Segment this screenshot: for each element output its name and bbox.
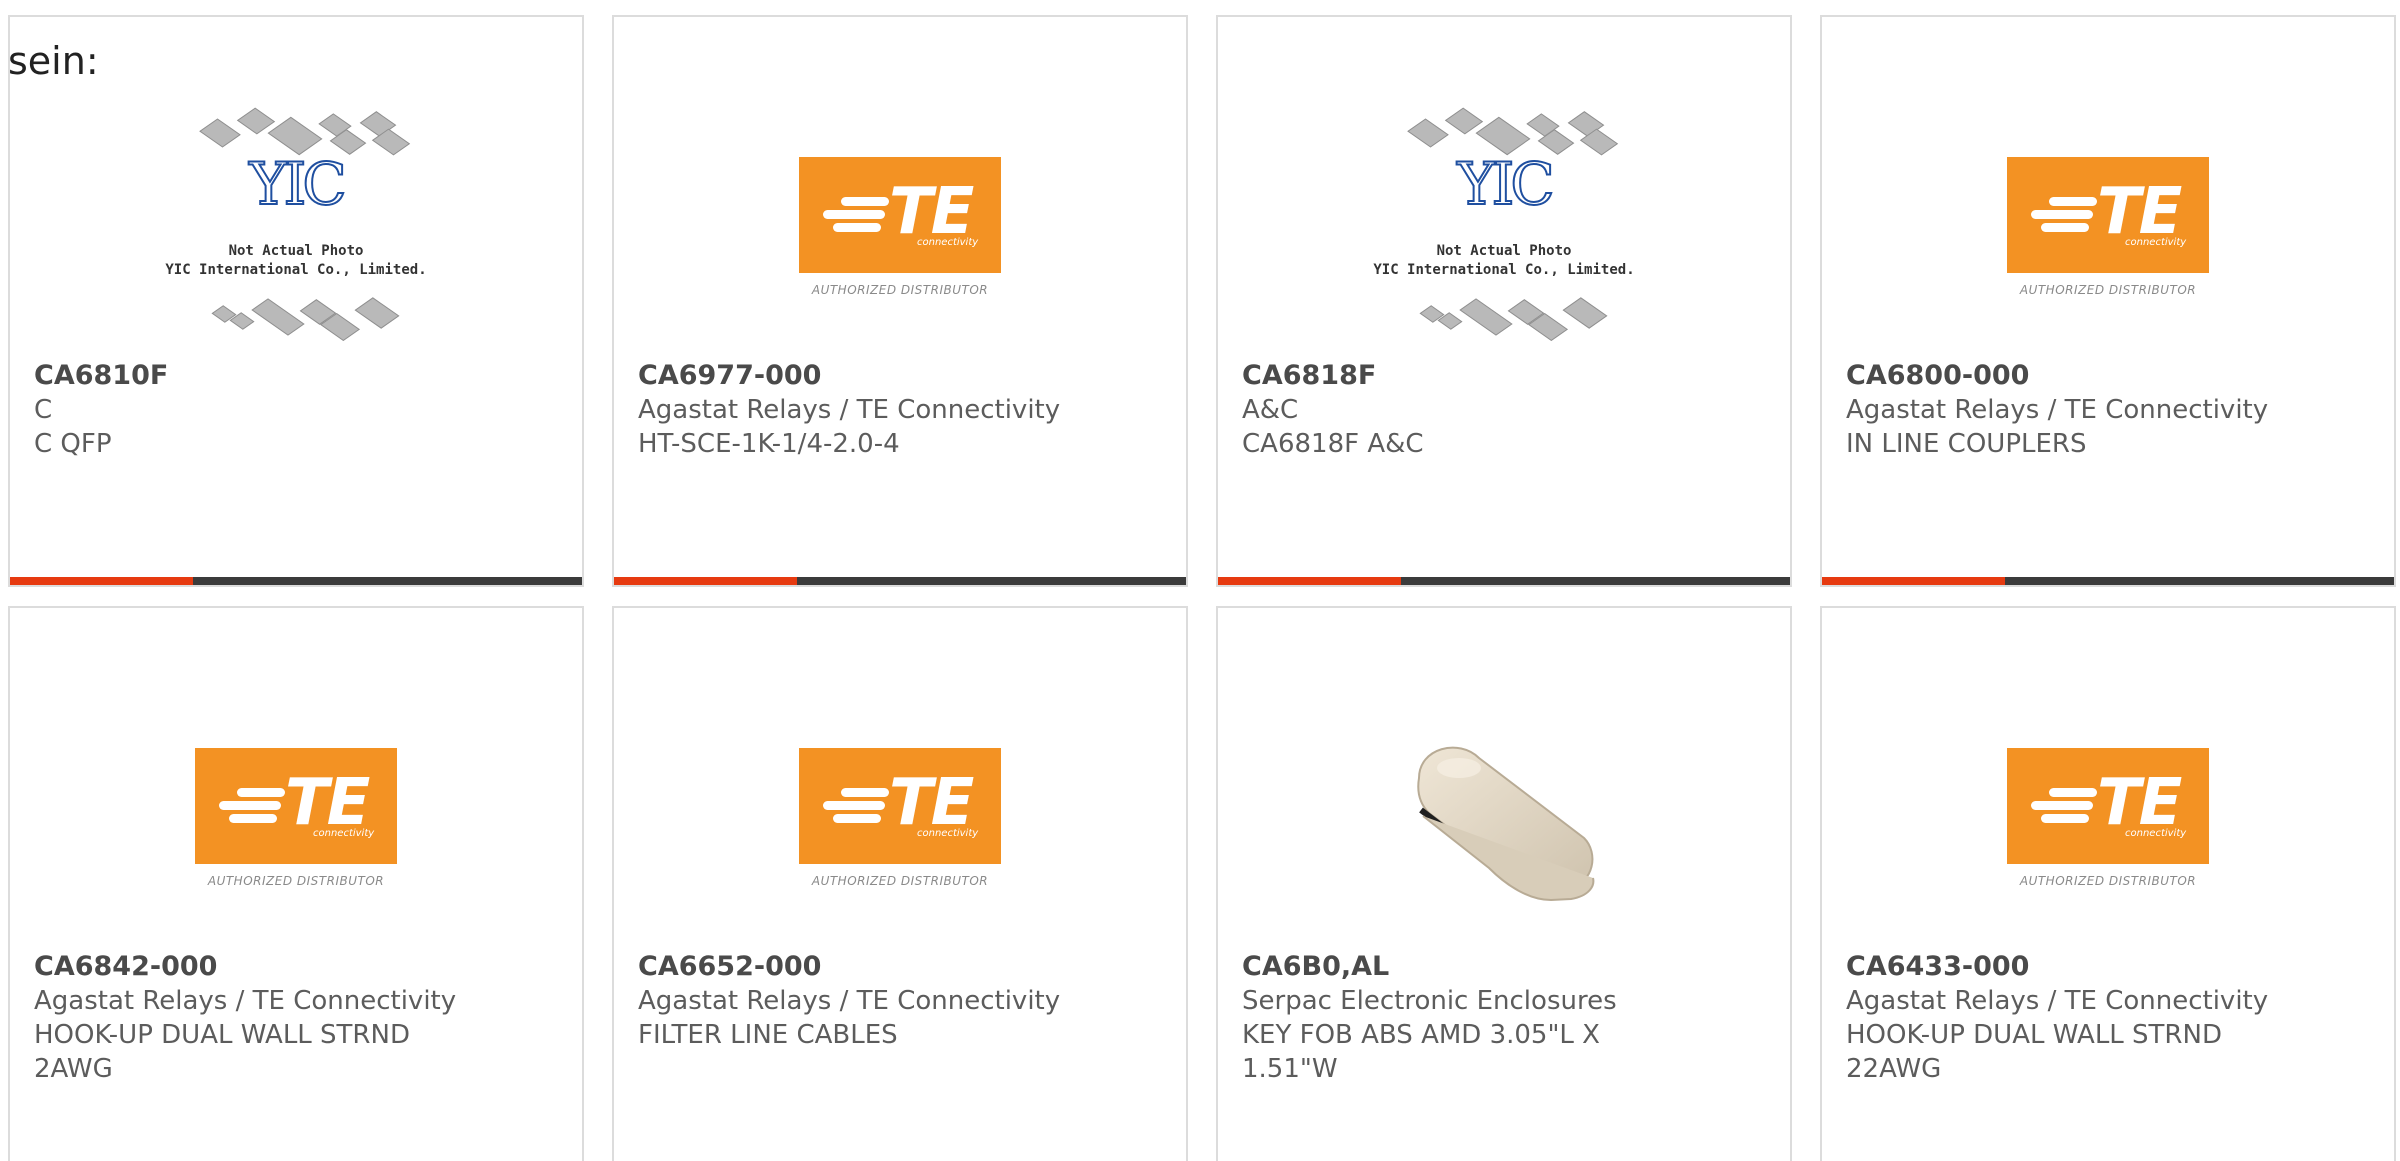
part-number[interactable]: CA6B0,AL	[1242, 950, 1742, 984]
manufacturer: Serpac Electronic Enclosures	[1242, 986, 1617, 1016]
product-card[interactable]: TE connectivity AUTHORIZED DISTRIBUTOR C…	[8, 606, 584, 1161]
product-card[interactable]: YIC Not Actual Photo YIC International C…	[1216, 15, 1792, 587]
product-info: CA6977-000 Agastat Relays / TE Connectiv…	[638, 359, 1138, 461]
product-image[interactable]: TE connectivity AUTHORIZED DISTRIBUTOR	[614, 688, 1186, 948]
description: HOOK-UP DUAL WALL STRND 2AWG	[34, 1020, 410, 1084]
product-info: CA6B0,AL Serpac Electronic Enclosures KE…	[1242, 950, 1742, 1086]
intro-text: sein:	[8, 39, 99, 83]
product-grid-page: sein: YIC Not Actual Photo YIC Internati…	[0, 0, 2400, 1161]
part-number[interactable]: CA6800-000	[1846, 359, 2346, 393]
te-connectivity-logo: TE connectivity AUTHORIZED DISTRIBUTOR	[2007, 748, 2209, 888]
product-image[interactable]: YIC Not Actual Photo YIC International C…	[10, 97, 582, 357]
product-image[interactable]	[1218, 688, 1790, 948]
part-number[interactable]: CA6433-000	[1846, 950, 2346, 984]
te-connectivity-logo: TE connectivity AUTHORIZED DISTRIBUTOR	[799, 157, 1001, 297]
card-progress-fill	[1822, 577, 2006, 585]
key-fob-enclosure-icon	[1417, 746, 1595, 902]
part-number[interactable]: CA6652-000	[638, 950, 1138, 984]
product-image[interactable]: TE connectivity AUTHORIZED DISTRIBUTOR	[10, 688, 582, 948]
manufacturer: A&C	[1242, 395, 1299, 425]
yic-logo: YIC	[248, 149, 348, 219]
product-card[interactable]: YIC Not Actual Photo YIC International C…	[8, 15, 584, 587]
description: HOOK-UP DUAL WALL STRND 22AWG	[1846, 1020, 2222, 1084]
product-info: CA6842-000 Agastat Relays / TE Connectiv…	[34, 950, 534, 1086]
product-info: CA6818F A&C CA6818F A&C	[1242, 359, 1742, 461]
description: HT-SCE-1K-1/4-2.0-4	[638, 429, 900, 459]
manufacturer: Agastat Relays / TE Connectivity	[638, 395, 1061, 425]
card-progress-bar	[1218, 577, 1790, 585]
product-image[interactable]: TE connectivity AUTHORIZED DISTRIBUTOR	[1822, 688, 2394, 948]
key-fob-photo	[1399, 718, 1609, 918]
description: IN LINE COUPLERS	[1846, 429, 2087, 459]
part-number[interactable]: CA6810F	[34, 359, 534, 393]
product-card[interactable]: TE connectivity AUTHORIZED DISTRIBUTOR C…	[612, 606, 1188, 1161]
image-caption: Not Actual Photo YIC International Co., …	[165, 243, 427, 278]
product-info: CA6810F C C QFP	[34, 359, 534, 461]
manufacturer: Agastat Relays / TE Connectivity	[1846, 395, 2269, 425]
product-info: CA6433-000 Agastat Relays / TE Connectiv…	[1846, 950, 2346, 1086]
card-progress-bar	[614, 577, 1186, 585]
yic-placeholder-image: YIC Not Actual Photo YIC International C…	[1364, 102, 1644, 352]
manufacturer: C	[34, 395, 53, 425]
description: FILTER LINE CABLES	[638, 1020, 898, 1050]
product-card[interactable]: TE connectivity AUTHORIZED DISTRIBUTOR C…	[1820, 606, 2396, 1161]
card-progress-fill	[10, 577, 194, 585]
product-image[interactable]: TE connectivity AUTHORIZED DISTRIBUTOR	[1822, 97, 2394, 357]
yic-placeholder-image: YIC Not Actual Photo YIC International C…	[156, 102, 436, 352]
product-info: CA6652-000 Agastat Relays / TE Connectiv…	[638, 950, 1138, 1052]
part-number[interactable]: CA6818F	[1242, 359, 1742, 393]
manufacturer: Agastat Relays / TE Connectivity	[638, 986, 1061, 1016]
manufacturer: Agastat Relays / TE Connectivity	[1846, 986, 2269, 1016]
card-progress-fill	[614, 577, 798, 585]
product-image[interactable]: TE connectivity AUTHORIZED DISTRIBUTOR	[614, 97, 1186, 357]
product-card[interactable]: TE connectivity AUTHORIZED DISTRIBUTOR C…	[612, 15, 1188, 587]
manufacturer: Agastat Relays / TE Connectivity	[34, 986, 457, 1016]
part-number[interactable]: CA6977-000	[638, 359, 1138, 393]
te-connectivity-logo: TE connectivity AUTHORIZED DISTRIBUTOR	[799, 748, 1001, 888]
description: KEY FOB ABS AMD 3.05"L X 1.51"W	[1242, 1020, 1600, 1084]
product-image[interactable]: YIC Not Actual Photo YIC International C…	[1218, 97, 1790, 357]
part-number[interactable]: CA6842-000	[34, 950, 534, 984]
te-connectivity-logo: TE connectivity AUTHORIZED DISTRIBUTOR	[195, 748, 397, 888]
product-info: CA6800-000 Agastat Relays / TE Connectiv…	[1846, 359, 2346, 461]
card-progress-bar	[10, 577, 582, 585]
card-progress-bar	[1822, 577, 2394, 585]
card-progress-fill	[1218, 577, 1402, 585]
product-card[interactable]: CA6B0,AL Serpac Electronic Enclosures KE…	[1216, 606, 1792, 1161]
description: C QFP	[34, 429, 112, 459]
te-connectivity-logo: TE connectivity AUTHORIZED DISTRIBUTOR	[2007, 157, 2209, 297]
yic-logo: YIC	[1456, 149, 1556, 219]
description: CA6818F A&C	[1242, 429, 1424, 459]
product-card[interactable]: TE connectivity AUTHORIZED DISTRIBUTOR C…	[1820, 15, 2396, 587]
image-caption: Not Actual Photo YIC International Co., …	[1373, 243, 1635, 278]
